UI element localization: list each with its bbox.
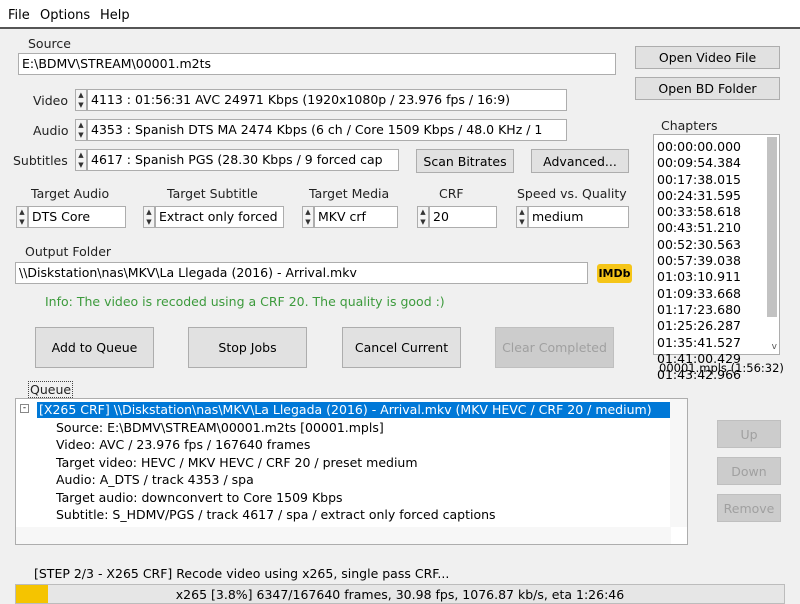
audio-track-field[interactable]: 4353 : Spanish DTS MA 2474 Kbps (6 ch / … bbox=[87, 119, 567, 141]
crf-field[interactable]: 20 bbox=[429, 206, 497, 228]
crf-label: CRF bbox=[439, 186, 464, 201]
chapters-scrollbar[interactable] bbox=[767, 137, 777, 317]
chapter-item[interactable]: 00:09:54.384 bbox=[657, 155, 779, 171]
target-media-spinner[interactable]: ▲ ▼ bbox=[302, 206, 314, 228]
chapters-label: Chapters bbox=[661, 118, 718, 133]
target-audio-spinner[interactable]: ▲ ▼ bbox=[16, 206, 28, 228]
queue-detail-item[interactable]: Audio: A_DTS / track 4353 / spa bbox=[56, 472, 254, 487]
collapse-icon[interactable]: - bbox=[20, 404, 29, 413]
source-label: Source bbox=[28, 36, 71, 51]
output-folder-input[interactable]: \\Diskstation\nas\MKV\La Llegada (2016) … bbox=[15, 262, 588, 284]
add-to-queue-button[interactable]: Add to Queue bbox=[35, 327, 154, 368]
target-subtitle-label: Target Subtitle bbox=[167, 186, 258, 201]
chapter-item[interactable]: 01:17:23.680 bbox=[657, 302, 779, 318]
menu-file[interactable]: File bbox=[8, 8, 30, 23]
subtitles-label: Subtitles bbox=[13, 153, 68, 168]
queue-vscrollbar[interactable] bbox=[670, 399, 687, 527]
chapter-item[interactable]: 00:00:00.000 bbox=[657, 139, 779, 155]
open-video-file-button[interactable]: Open Video File bbox=[635, 46, 780, 69]
advanced-button[interactable]: Advanced... bbox=[531, 149, 629, 173]
info-message: Info: The video is recoded using a CRF 2… bbox=[45, 294, 445, 309]
queue-detail-item[interactable]: Video: AVC / 23.976 fps / 167640 frames bbox=[56, 437, 310, 452]
target-media-field[interactable]: MKV crf bbox=[314, 206, 398, 228]
menu-help[interactable]: Help bbox=[100, 8, 130, 23]
speed-quality-spinner[interactable]: ▲ ▼ bbox=[516, 206, 528, 228]
video-track-field[interactable]: 4113 : 01:56:31 AVC 24971 Kbps (1920x108… bbox=[87, 89, 567, 111]
chapter-item[interactable]: 00:57:39.038 bbox=[657, 253, 779, 269]
chapter-item[interactable]: 00:43:51.210 bbox=[657, 220, 779, 236]
remove-button[interactable]: Remove bbox=[717, 494, 781, 522]
playlist-label: 00001.mpls (1:56:32) bbox=[659, 361, 784, 375]
target-subtitle-field[interactable]: Extract only forced bbox=[155, 206, 284, 228]
scan-bitrates-button[interactable]: Scan Bitrates bbox=[416, 149, 514, 173]
progress-bar: x265 [3.8%] 6347/167640 frames, 30.98 fp… bbox=[15, 584, 785, 604]
subtitles-spinner[interactable]: ▲ ▼ bbox=[75, 149, 87, 171]
video-label: Video bbox=[33, 93, 69, 108]
target-audio-label: Target Audio bbox=[31, 186, 110, 201]
chapter-item[interactable]: 00:17:38.015 bbox=[657, 172, 779, 188]
chapter-item[interactable]: 00:52:30.563 bbox=[657, 237, 779, 253]
queue-label: Queue bbox=[28, 381, 74, 398]
speed-quality-field[interactable]: medium bbox=[528, 206, 629, 228]
chapter-item[interactable]: 00:33:58.618 bbox=[657, 204, 779, 220]
cancel-current-button[interactable]: Cancel Current bbox=[342, 327, 461, 368]
queue-job-item[interactable]: [X265 CRF] \\Diskstation\nas\MKV\La Lleg… bbox=[37, 402, 679, 418]
status-text: [STEP 2/3 - X265 CRF] Recode video using… bbox=[34, 566, 450, 581]
queue-detail-item[interactable]: Subtitle: S_HDMV/PGS / track 4617 / spa … bbox=[56, 507, 496, 522]
up-button[interactable]: Up bbox=[717, 420, 781, 448]
queue-tree[interactable]: - [X265 CRF] \\Diskstation\nas\MKV\La Ll… bbox=[15, 398, 688, 545]
crf-spinner[interactable]: ▲ ▼ bbox=[417, 206, 429, 228]
scroll-down-icon[interactable]: v bbox=[772, 342, 777, 352]
chapters-list[interactable]: 00:00:00.000 00:09:54.384 00:17:38.015 00:2… bbox=[653, 134, 780, 382]
queue-hscrollbar[interactable] bbox=[16, 527, 671, 544]
stop-jobs-button[interactable]: Stop Jobs bbox=[188, 327, 307, 368]
chapter-item[interactable]: 00:24:31.595 bbox=[657, 188, 779, 204]
subtitles-track-field[interactable]: 4617 : Spanish PGS (28.30 Kbps / 9 force… bbox=[87, 149, 399, 171]
queue-detail-item[interactable]: Target video: HEVC / MKV HEVC / CRF 20 /… bbox=[56, 455, 418, 470]
target-media-label: Target Media bbox=[309, 186, 390, 201]
queue-detail-item[interactable]: Source: E:\BDMV\STREAM\00001.m2ts [00001… bbox=[56, 420, 384, 435]
chapter-item[interactable]: 01:25:26.287 bbox=[657, 318, 779, 334]
audio-label: Audio bbox=[33, 123, 69, 138]
chapter-item[interactable]: 01:03:10.911 bbox=[657, 269, 779, 285]
video-spinner[interactable]: ▲ ▼ bbox=[75, 89, 87, 111]
audio-spinner[interactable]: ▲ ▼ bbox=[75, 119, 87, 141]
queue-detail-item[interactable]: Target audio: downconvert to Core 1509 K… bbox=[56, 490, 343, 505]
target-audio-field[interactable]: DTS Core bbox=[28, 206, 126, 228]
output-folder-label: Output Folder bbox=[25, 244, 112, 259]
open-bd-folder-button[interactable]: Open BD Folder bbox=[635, 77, 780, 100]
speed-quality-label: Speed vs. Quality bbox=[517, 186, 627, 201]
clear-completed-button[interactable]: Clear Completed bbox=[495, 327, 614, 368]
down-button[interactable]: Down bbox=[717, 457, 781, 485]
chapter-item[interactable]: 01:09:33.668 bbox=[657, 286, 779, 302]
chapter-item[interactable]: 01:35:41.527 bbox=[657, 335, 779, 351]
imdb-button[interactable]: IMDb bbox=[597, 264, 632, 283]
menu-options[interactable]: Options bbox=[40, 8, 90, 23]
source-input[interactable]: E:\BDMV\STREAM\00001.m2ts bbox=[18, 53, 616, 75]
target-subtitle-spinner[interactable]: ▲ ▼ bbox=[143, 206, 155, 228]
menu-bar: File Options Help bbox=[0, 0, 800, 29]
